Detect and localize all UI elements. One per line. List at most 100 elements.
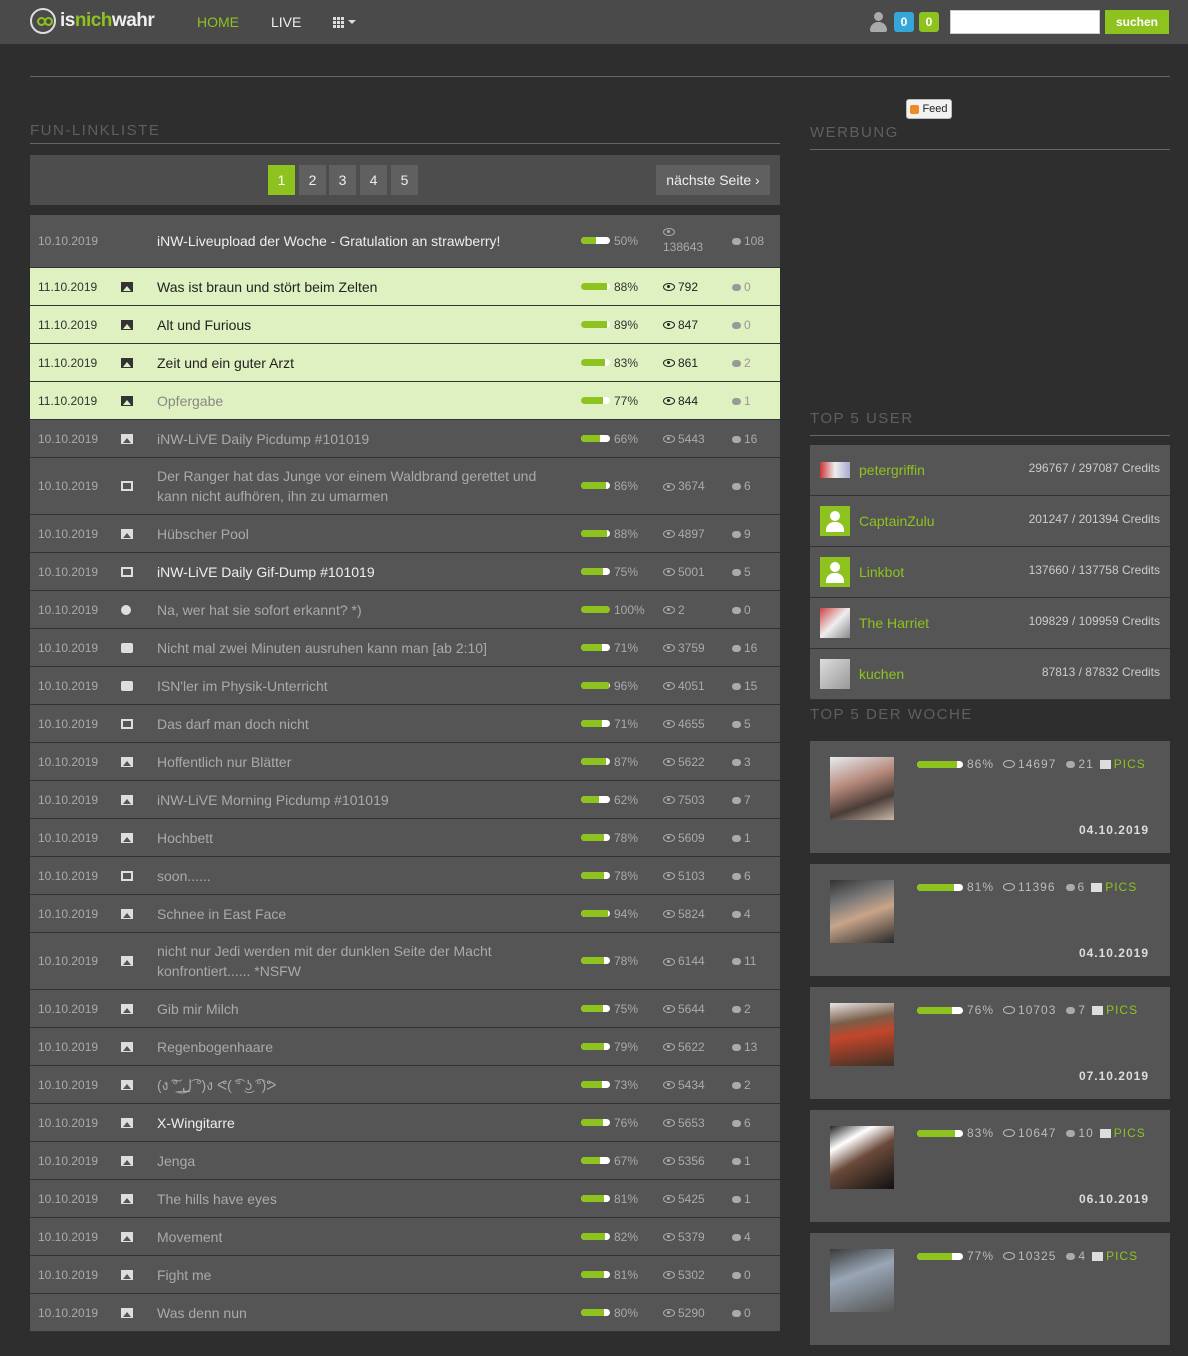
notification-badge-green[interactable]: 0 [919,12,939,32]
row-title-link[interactable]: Zeit und ein guter Arzt [157,353,550,373]
top-week-card[interactable]: 76% 10703 7 PICS 07.10.2019 [810,987,1170,1099]
thumbnail-image[interactable] [830,1249,894,1312]
row-title-link[interactable]: X-Wingitarre [157,1113,550,1133]
site-logo[interactable]: isnichwahr [30,6,155,36]
category-link[interactable]: PICS [1106,1249,1138,1263]
list-row[interactable]: 10.10.2019 Hochbett 78% 5609 1 [30,819,780,857]
top-week-card[interactable]: 81% 11396 6 PICS 04.10.2019 [810,864,1170,976]
thumbnail-image[interactable] [830,757,894,820]
list-row[interactable]: 11.10.2019 Was ist braun und stört beim Z… [30,268,780,306]
list-row[interactable]: 10.10.2019 Nicht mal zwei Minuten ausruhe… [30,629,780,667]
list-row[interactable]: 10.10.2019 Fight me 81% 5302 0 [30,1256,780,1294]
row-title-link[interactable]: Nicht mal zwei Minuten ausruhen kann man… [157,638,550,658]
page-5-button[interactable]: 5 [391,165,418,195]
list-row[interactable]: 10.10.2019 Hübscher Pool 88% 4897 9 [30,515,780,553]
row-title-link[interactable]: iNW-LiVE Daily Gif-Dump #101019 [157,562,550,582]
list-row[interactable]: 10.10.2019 Das darf man doch nicht 71% 4655… [30,705,780,743]
row-title-link[interactable]: (ง ͠° ͟ل͜ ͡°)ง ᕙ( ͡° ͜ʖ ͡°)ᕗ [157,1075,550,1095]
list-row[interactable]: 10.10.2019 Gib mir Milch 75% 5644 2 [30,990,780,1028]
page-2-button[interactable]: 2 [299,165,326,195]
list-row[interactable]: 10.10.2019 Was denn nun 80% 5290 0 [30,1294,780,1332]
nav-home[interactable]: HOME [197,14,239,30]
search-input[interactable] [950,10,1100,34]
list-row[interactable]: 10.10.2019 iNW-Liveupload der Woche - Gra… [30,215,780,268]
notification-badge-blue[interactable]: 0 [894,12,914,32]
page-1-button[interactable]: 1 [268,165,295,195]
row-title-link[interactable]: Hoffentlich nur Blätter [157,752,550,772]
top-week-card[interactable]: 83% 10647 10 PICS 06.10.2019 [810,1110,1170,1222]
list-row[interactable]: 10.10.2019 Regenbogenhaare 79% 5622 13 [30,1028,780,1066]
list-row[interactable]: 10.10.2019 iNW-LiVE Daily Gif-Dump #10101… [30,553,780,591]
user-name-link[interactable]: Linkbot [859,564,904,580]
top-user-item[interactable]: CaptainZulu 201247 / 201394 Credits [810,496,1170,547]
list-row[interactable]: 10.10.2019 Jenga 67% 5356 1 [30,1142,780,1180]
list-row[interactable]: 11.10.2019 Opfergabe 77% 844 1 [30,382,780,420]
next-page-button[interactable]: nächste Seite › [656,165,770,195]
category-link[interactable]: PICS [1114,757,1146,771]
row-title-link[interactable]: iNW-Liveupload der Woche - Gratulation a… [157,231,550,251]
feed-button[interactable]: Feed [906,99,952,119]
list-row[interactable]: 11.10.2019 Zeit und ein guter Arzt 83% 861 2 [30,344,780,382]
top-user-item[interactable]: kuchen 87813 / 87832 Credits [810,649,1170,700]
top-user-item[interactable]: The Harriet 109829 / 109959 Credits [810,598,1170,649]
page-3-button[interactable]: 3 [329,165,356,195]
row-title-link[interactable]: Hochbett [157,828,550,848]
page-4-button[interactable]: 4 [360,165,387,195]
list-row[interactable]: 10.10.2019 Na, wer hat sie sofort erkannt… [30,591,780,629]
list-row[interactable]: 10.10.2019 Movement 82% 5379 4 [30,1218,780,1256]
avatar[interactable] [820,608,850,638]
row-title-link[interactable]: Jenga [157,1151,550,1171]
avatar[interactable] [820,659,850,689]
row-title-link[interactable]: Na, wer hat sie sofort erkannt? *) [157,600,550,620]
list-row[interactable]: 10.10.2019 iNW-LiVE Morning Picdump #1010… [30,781,780,819]
top-user-item[interactable]: petergriffin 296767 / 297087 Credits [810,445,1170,496]
top-week-card[interactable]: 86% 14697 21 PICS 04.10.2019 [810,741,1170,853]
row-title-link[interactable]: Was denn nun [157,1303,550,1323]
category-link[interactable]: PICS [1106,1003,1138,1017]
row-title-link[interactable]: Der Ranger hat das Junge vor einem Waldb… [157,466,550,506]
list-row[interactable]: 10.10.2019 ISN'ler im Physik-Unterricht 96… [30,667,780,705]
row-title-link[interactable]: Gib mir Milch [157,999,550,1019]
row-title-link[interactable]: Hübscher Pool [157,524,550,544]
list-row[interactable]: 10.10.2019 soon...... 78% 5103 6 [30,857,780,895]
avatar[interactable] [820,557,850,587]
list-row[interactable]: 10.10.2019 X-Wingitarre 76% 5653 6 [30,1104,780,1142]
list-row[interactable]: 10.10.2019 iNW-LiVE Daily Picdump #101019… [30,420,780,458]
row-title-link[interactable]: Regenbogenhaare [157,1037,550,1057]
user-icon[interactable] [869,12,887,32]
row-title-link[interactable]: Was ist braun und stört beim Zelten [157,277,550,297]
row-title-link[interactable]: nicht nur Jedi werden mit der dunklen Se… [157,941,550,981]
row-title-link[interactable]: Schnee in East Face [157,904,550,924]
category-link[interactable]: PICS [1105,880,1137,894]
thumbnail-image[interactable] [830,1003,894,1066]
thumbnail-image[interactable] [830,880,894,943]
row-title-link[interactable]: Opfergabe [157,391,550,411]
search-button[interactable]: suchen [1105,10,1169,34]
row-title-link[interactable]: iNW-LiVE Daily Picdump #101019 [157,429,550,449]
top-user-item[interactable]: Linkbot 137660 / 137758 Credits [810,547,1170,598]
user-name-link[interactable]: petergriffin [859,462,925,478]
list-row[interactable]: 11.10.2019 Alt und Furious 89% 847 0 [30,306,780,344]
list-row[interactable]: 10.10.2019 Hoffentlich nur Blätter 87% 5622… [30,743,780,781]
list-row[interactable]: 10.10.2019 nicht nur Jedi werden mit der … [30,933,780,990]
list-row[interactable]: 10.10.2019 (ง ͠° ͟ل͜ ͡°)ง ᕙ( ͡° ͜ʖ ͡°)ᕗ 73… [30,1066,780,1104]
apps-dropdown[interactable] [333,16,357,28]
row-title-link[interactable]: Alt und Furious [157,315,550,335]
user-name-link[interactable]: The Harriet [859,615,929,631]
top-week-card[interactable]: 77% 10325 4 PICS [810,1233,1170,1345]
row-title-link[interactable]: soon...... [157,866,550,886]
category-link[interactable]: PICS [1114,1126,1146,1140]
list-row[interactable]: 10.10.2019 Schnee in East Face 94% 5824 4 [30,895,780,933]
list-row[interactable]: 10.10.2019 Der Ranger hat das Junge vor e… [30,458,780,515]
nav-live[interactable]: LIVE [271,14,301,30]
row-title-link[interactable]: ISN'ler im Physik-Unterricht [157,676,550,696]
user-name-link[interactable]: CaptainZulu [859,513,935,529]
row-title-link[interactable]: Fight me [157,1265,550,1285]
avatar[interactable] [820,462,850,478]
thumbnail-image[interactable] [830,1126,894,1189]
row-title-link[interactable]: iNW-LiVE Morning Picdump #101019 [157,790,550,810]
row-title-link[interactable]: Das darf man doch nicht [157,714,550,734]
row-title-link[interactable]: Movement [157,1227,550,1247]
list-row[interactable]: 10.10.2019 The hills have eyes 81% 5425 1 [30,1180,780,1218]
row-title-link[interactable]: The hills have eyes [157,1189,550,1209]
